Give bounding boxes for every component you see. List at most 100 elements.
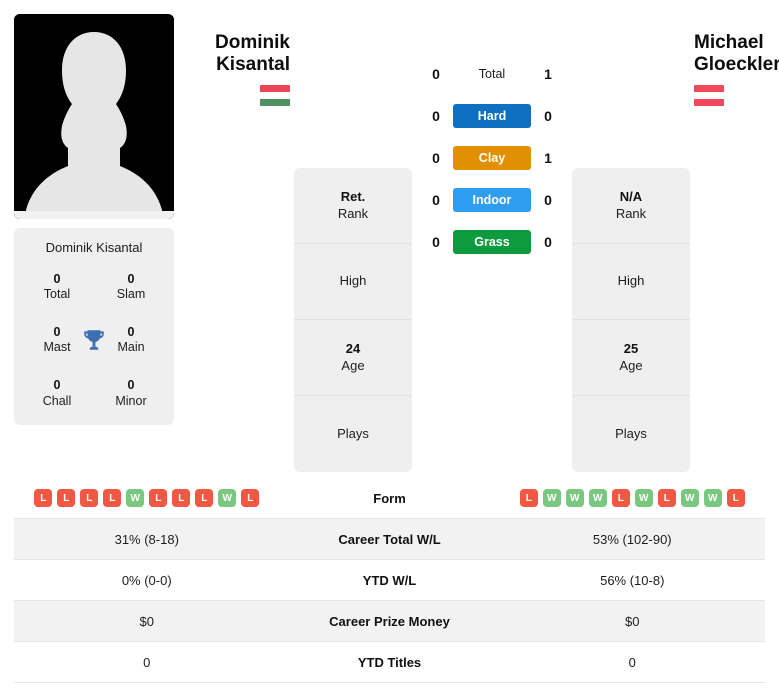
table-row-career-wl: 31% (8-18) Career Total W/L 53% (102-90) — [14, 519, 765, 560]
h2h-row-clay: 0 Clay 1 — [412, 146, 572, 170]
form-badge: W — [680, 489, 699, 507]
right-info-high-label: High — [617, 273, 645, 289]
form-badge: L — [195, 489, 214, 507]
form-badge: L — [103, 489, 122, 507]
right-info-high: High — [572, 244, 690, 320]
right-info-age-value: 25 — [623, 340, 639, 356]
left-titles-chall-value: 0 — [53, 378, 61, 393]
left-titles-slam-label: Slam — [116, 287, 146, 302]
h2h-row-hard: 0 Hard 0 — [412, 104, 572, 128]
surface-pill-hard[interactable]: Hard — [453, 104, 531, 128]
form-badge: L — [80, 489, 99, 507]
form-badge: W — [218, 489, 237, 507]
surface-pill-indoor[interactable]: Indoor — [453, 188, 531, 212]
h2h-total-right-score: 1 — [544, 66, 552, 82]
right-info-rank-value: N/A — [619, 188, 643, 204]
player-comparison-page: Dominik Kisantal 0 Total 0 Slam 0 Mast 0… — [0, 0, 779, 699]
h2h-hard-right-score: 0 — [544, 108, 552, 124]
left-titles-minor: 0 Minor — [94, 378, 168, 409]
form-badge: L — [519, 489, 538, 507]
form-badge: L — [726, 489, 745, 507]
right-info-age-label: Age — [619, 357, 643, 373]
left-career-wl-value: 31% (8-18) — [114, 531, 179, 547]
left-info-rank-value: Ret. — [340, 188, 366, 204]
left-player-name-label: Dominik Kisantal — [45, 240, 143, 255]
table-row-career-wl-label: Career Total W/L — [338, 531, 441, 547]
h2h-row-indoor: 0 Indoor 0 — [412, 188, 572, 212]
left-titles-total-value: 0 — [53, 271, 61, 286]
left-info-age: 24 Age — [294, 320, 412, 396]
form-badge: W — [565, 489, 584, 507]
right-player-last-name: Gloeckler — [694, 54, 779, 76]
right-career-wl-value: 53% (102-90) — [592, 531, 672, 547]
comparison-stats-table: LLLLWLLLWL Form LWWWLWLWWL 31% (8-18) Ca… — [14, 478, 765, 683]
form-badge: W — [126, 489, 145, 507]
left-titles-grid: 0 Total 0 Slam 0 Mast 0 Main 0 Chall 0 M… — [20, 272, 168, 410]
table-row-ytd-wl-label: YTD W/L — [362, 572, 417, 588]
left-form-badges: LLLLWLLLWL — [14, 489, 280, 507]
h2h-row-grass: 0 Grass 0 — [412, 230, 572, 254]
h2h-hard-left-score: 0 — [432, 108, 440, 124]
h2h-grass-left-score: 0 — [432, 234, 440, 250]
table-row-ytd-wl: 0% (0-0) YTD W/L 56% (10-8) — [14, 560, 765, 601]
comparison-top-section: Dominik Kisantal 0 Total 0 Slam 0 Mast 0… — [0, 0, 779, 472]
left-titles-minor-label: Minor — [115, 393, 147, 408]
left-ytd-titles-value: 0 — [143, 654, 151, 670]
left-info-rank-label: Rank — [337, 205, 369, 221]
right-info-plays: Plays — [572, 396, 690, 472]
form-badge: W — [634, 489, 653, 507]
left-titles-slam-value: 0 — [127, 271, 135, 286]
left-info-age-value: 24 — [345, 340, 361, 356]
h2h-grass-right-score: 0 — [544, 234, 552, 250]
left-titles-total-label: Total — [43, 287, 71, 302]
form-badge: L — [611, 489, 630, 507]
h2h-clay-left-score: 0 — [432, 150, 440, 166]
left-prize-money-value: $0 — [139, 613, 154, 629]
left-titles-minor-value: 0 — [127, 378, 135, 393]
surface-pill-grass[interactable]: Grass — [453, 230, 531, 254]
left-info-high: High — [294, 244, 412, 320]
right-info-rank: N/A Rank — [572, 168, 690, 244]
hungary-flag-icon — [260, 85, 290, 107]
right-info-age: 25 Age — [572, 320, 690, 396]
right-player-first-name: Michael — [694, 32, 764, 53]
left-player-last-name: Kisantal — [216, 54, 290, 76]
right-ytd-wl-value: 56% (10-8) — [600, 572, 665, 588]
form-badge: L — [34, 489, 53, 507]
table-row-ytd-titles: 0 YTD Titles 0 — [14, 642, 765, 683]
left-titles-chall-label: Chall — [42, 393, 72, 408]
left-info-age-label: Age — [341, 357, 365, 373]
h2h-indoor-left-score: 0 — [432, 192, 440, 208]
trophy-icon — [81, 327, 107, 353]
left-info-high-label: High — [339, 273, 367, 289]
h2h-total-label: Total — [478, 67, 506, 81]
right-prize-money-value: $0 — [625, 613, 640, 629]
head-to-head-column: 0 Total 1 0 Hard 0 0 Clay 1 0 Indoor 0 0 — [412, 14, 572, 254]
form-badge: W — [703, 489, 722, 507]
h2h-clay-right-score: 1 — [544, 150, 552, 166]
left-player-avatar — [14, 14, 174, 219]
form-badge: L — [241, 489, 260, 507]
right-player-header: Michael Gloeckler — [690, 14, 779, 111]
left-player-first-name: Dominik — [215, 32, 290, 53]
left-info-plays: Plays — [294, 396, 412, 472]
right-form-badges: LWWWLWLWWL — [500, 489, 766, 507]
form-badge: L — [657, 489, 676, 507]
left-ytd-wl-value: 0% (0-0) — [121, 572, 172, 588]
left-info-rank: Ret. Rank — [294, 168, 412, 244]
surface-pill-clay[interactable]: Clay — [453, 146, 531, 170]
player-silhouette-icon — [14, 14, 174, 219]
h2h-row-total: 0 Total 1 — [412, 62, 572, 86]
left-info-plays-label: Plays — [337, 425, 369, 441]
left-player-column: Dominik Kisantal 0 Total 0 Slam 0 Mast 0… — [14, 14, 174, 426]
form-badge: L — [149, 489, 168, 507]
table-row-form-label: Form — [373, 490, 406, 506]
austria-flag-icon — [694, 85, 724, 107]
form-badge: W — [542, 489, 561, 507]
left-player-titles-card: Dominik Kisantal 0 Total 0 Slam 0 Mast 0… — [14, 228, 174, 426]
table-row-ytd-titles-label: YTD Titles — [357, 654, 422, 670]
left-titles-total: 0 Total — [20, 272, 94, 303]
right-info-plays-label: Plays — [615, 425, 647, 441]
table-row-prize-money: $0 Career Prize Money $0 — [14, 601, 765, 642]
right-player-info-card: N/A Rank High 25 Age Plays — [572, 168, 690, 472]
